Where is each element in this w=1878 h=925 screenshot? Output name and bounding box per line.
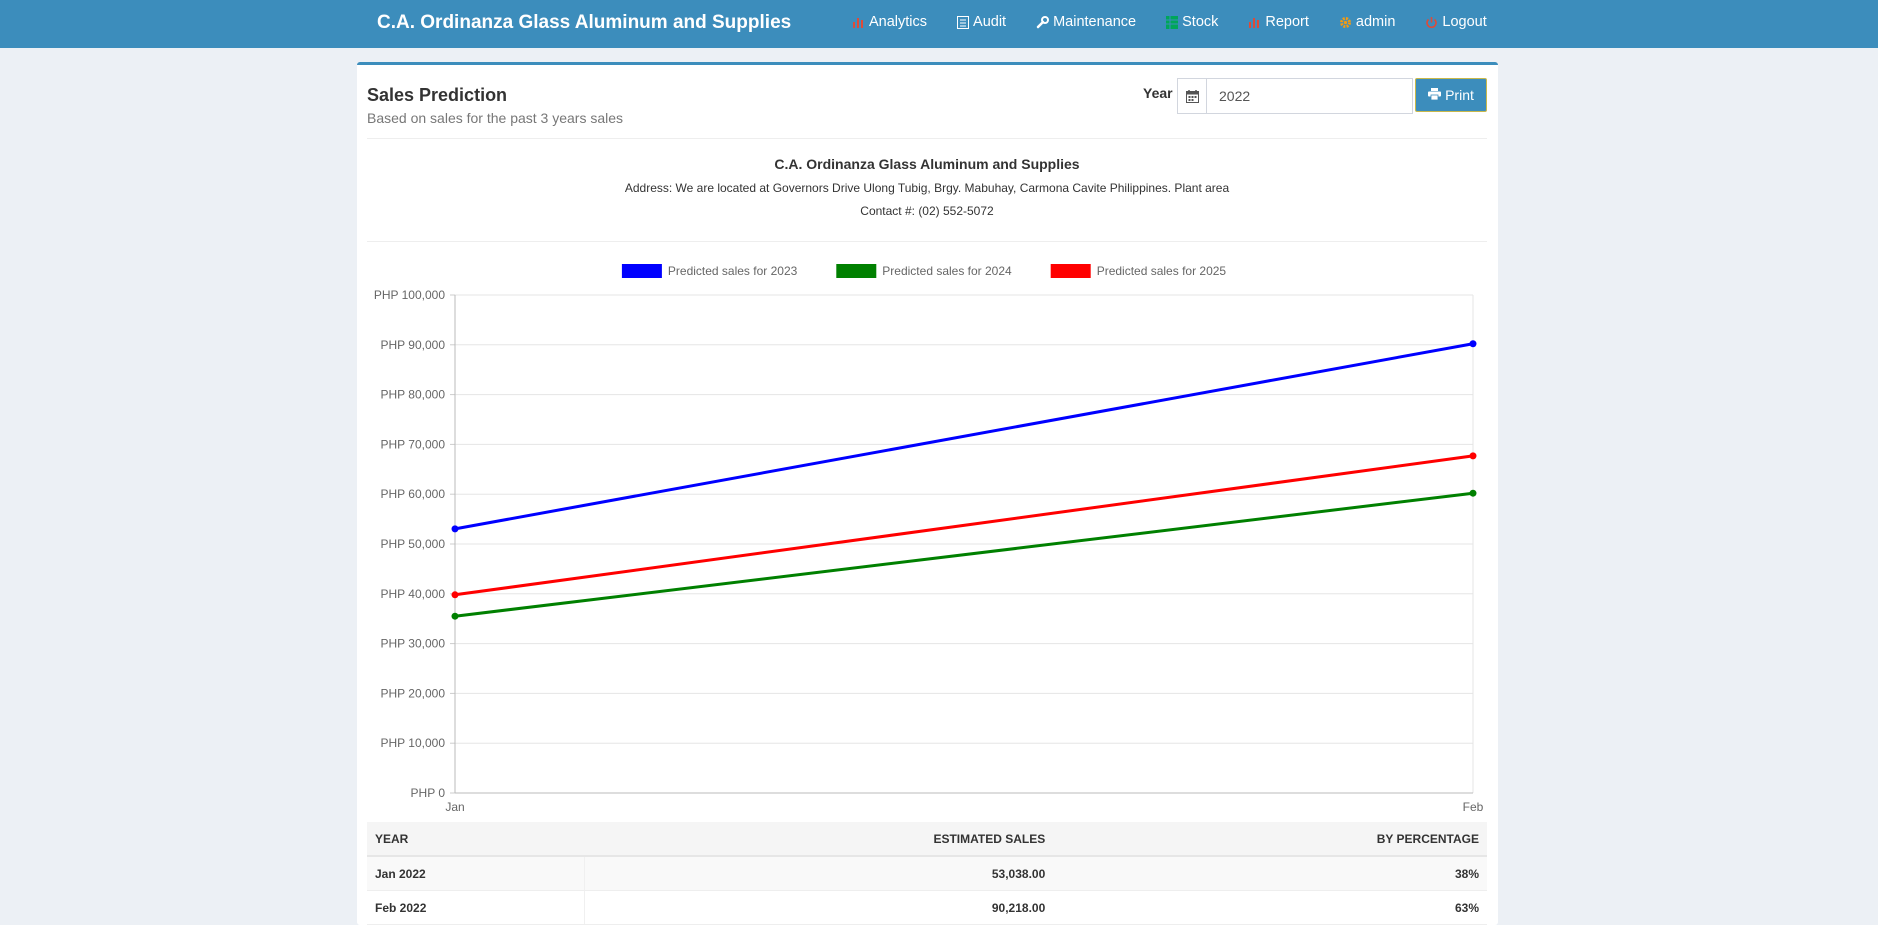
legend-label: Predicted sales for 2024 xyxy=(882,264,1012,278)
y-tick-label: PHP 0 xyxy=(411,786,446,800)
cell-sales: 90,218.00 xyxy=(584,890,1054,925)
data-point xyxy=(1469,489,1477,497)
cell-year: Feb 2022 xyxy=(367,890,585,925)
nav-audit[interactable]: Audit xyxy=(957,14,1006,30)
nav-logout-label: Logout xyxy=(1442,14,1487,30)
nav-maintenance-label: Maintenance xyxy=(1053,14,1137,30)
nav-report[interactable]: Report xyxy=(1248,14,1309,30)
power-icon xyxy=(1425,16,1438,29)
prediction-table: YEAR ESTIMATED SALES BY PERCENTAGE Jan 2… xyxy=(367,822,1487,925)
data-point xyxy=(451,591,459,599)
nav-menu: Analytics Audit Maintenance Stock Report xyxy=(852,14,1517,30)
list-icon xyxy=(957,15,970,29)
table-header-row: YEAR ESTIMATED SALES BY PERCENTAGE xyxy=(367,822,1487,857)
y-tick-label: PHP 40,000 xyxy=(381,587,446,601)
y-tick-label: PHP 60,000 xyxy=(381,487,446,501)
col-sales-header: ESTIMATED SALES xyxy=(584,822,1054,857)
x-tick-label: Jan xyxy=(445,800,464,814)
legend-label: Predicted sales for 2025 xyxy=(1097,264,1227,278)
nav-stock-label: Stock xyxy=(1182,14,1219,30)
legend-swatch xyxy=(1050,264,1091,278)
table-icon xyxy=(1166,15,1179,29)
table-row: Jan 2022 53,038.00 38% xyxy=(367,856,1487,891)
series-line xyxy=(454,342,1474,531)
nav-admin-label: admin xyxy=(1355,14,1396,30)
y-tick-label: PHP 30,000 xyxy=(381,637,446,651)
sales-prediction-box: Sales Prediction Based on sales for the … xyxy=(357,62,1498,925)
y-tick-label: PHP 100,000 xyxy=(374,288,445,302)
nav-maintenance[interactable]: Maintenance xyxy=(1036,14,1136,30)
sales-prediction-chart: PHP 0 PHP 10,000 PHP 20,000 PHP 30,000 PHP 4… xyxy=(374,264,1484,814)
nav-analytics[interactable]: Analytics xyxy=(852,14,927,30)
bar-chart-icon xyxy=(1248,16,1261,28)
y-tick-label: PHP 20,000 xyxy=(381,686,446,700)
gear-icon xyxy=(1339,16,1352,29)
col-percentage-header: BY PERCENTAGE xyxy=(1053,822,1487,857)
cell-year: Jan 2022 xyxy=(367,856,585,891)
nav-audit-label: Audit xyxy=(973,14,1007,30)
cell-sales: 53,038.00 xyxy=(584,856,1054,891)
brand-title[interactable]: C.A. Ordinanza Glass Aluminum and Suppli… xyxy=(377,12,791,34)
legend-swatch xyxy=(621,264,662,278)
table-row: Feb 2022 90,218.00 63% xyxy=(367,890,1487,925)
bar-chart-icon xyxy=(852,16,865,28)
legend-swatch xyxy=(836,264,877,278)
cell-percentage: 38% xyxy=(1053,856,1487,891)
y-tick-label: PHP 70,000 xyxy=(381,437,446,451)
series-line xyxy=(454,454,1474,597)
y-tick-label: PHP 10,000 xyxy=(381,736,446,750)
x-tick-label: Feb xyxy=(1463,800,1484,814)
top-navbar: C.A. Ordinanza Glass Aluminum and Suppli… xyxy=(0,0,1878,48)
data-point xyxy=(1469,340,1477,348)
cell-percentage: 63% xyxy=(1053,890,1487,925)
legend-label: Predicted sales for 2023 xyxy=(668,264,798,278)
data-point xyxy=(451,525,459,533)
nav-analytics-label: Analytics xyxy=(869,14,928,30)
y-tick-label: PHP 90,000 xyxy=(381,338,446,352)
nav-admin[interactable]: admin xyxy=(1339,14,1396,30)
data-point xyxy=(1469,452,1477,460)
y-tick-label: PHP 50,000 xyxy=(381,537,446,551)
series-line xyxy=(454,491,1474,618)
nav-stock[interactable]: Stock xyxy=(1166,14,1218,30)
nav-logout[interactable]: Logout xyxy=(1425,14,1487,30)
nav-report-label: Report xyxy=(1265,14,1309,30)
data-point xyxy=(451,612,459,620)
wrench-icon xyxy=(1036,15,1050,29)
col-year-header: YEAR xyxy=(367,822,585,857)
y-tick-label: PHP 80,000 xyxy=(381,388,446,402)
